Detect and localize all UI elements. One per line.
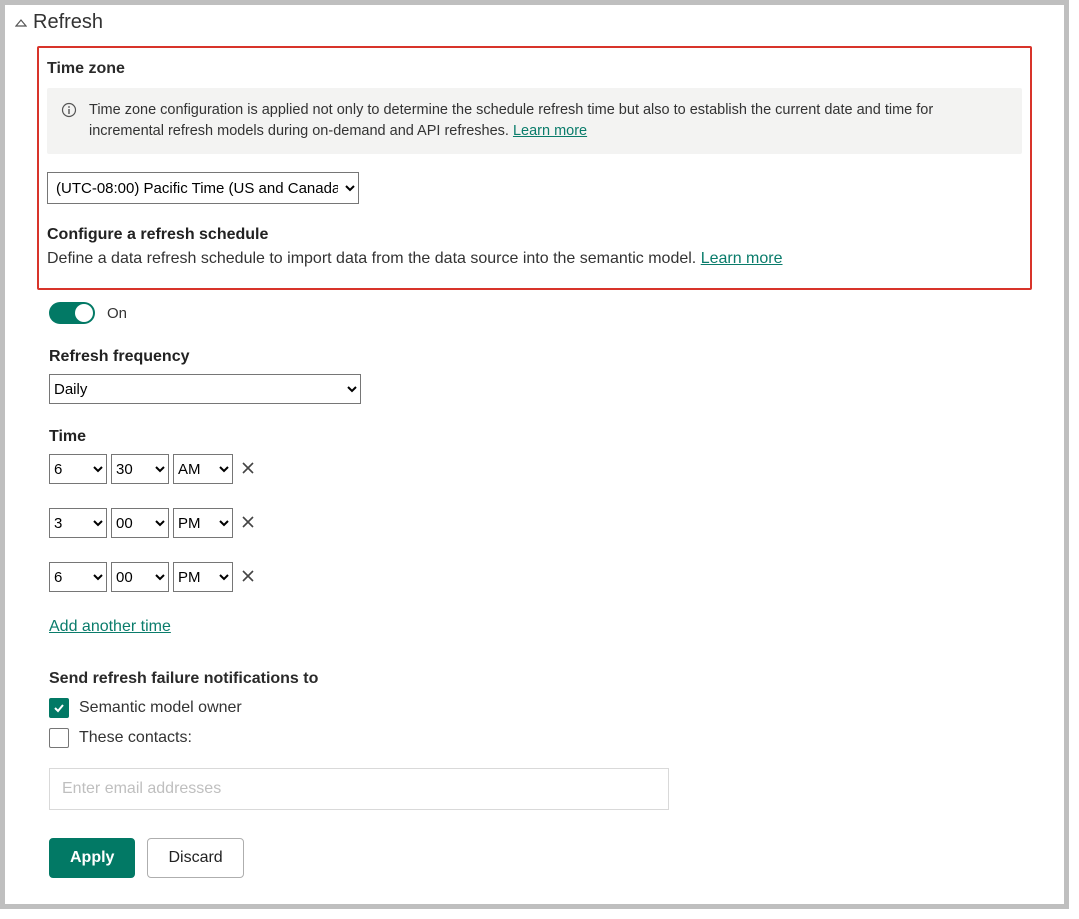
timezone-heading: Time zone xyxy=(47,60,1022,78)
notify-email-input[interactable] xyxy=(49,768,669,810)
refresh-settings-panel: Refresh Time zone Time zone configuratio… xyxy=(0,0,1069,909)
remove-time-button[interactable] xyxy=(239,514,257,532)
time-row: 3 00 PM xyxy=(49,508,1032,538)
section-header[interactable]: Refresh xyxy=(5,5,1064,38)
notify-owner-label: Semantic model owner xyxy=(79,699,242,717)
notify-heading: Send refresh failure notifications to xyxy=(49,670,1032,688)
refresh-frequency-label: Refresh frequency xyxy=(49,348,1032,366)
configure-schedule-description: Define a data refresh schedule to import… xyxy=(47,250,1022,268)
time-hour-select[interactable]: 6 xyxy=(49,562,107,592)
time-ampm-select[interactable]: AM xyxy=(173,454,233,484)
discard-button[interactable]: Discard xyxy=(147,838,243,878)
apply-button[interactable]: Apply xyxy=(49,838,135,878)
configure-schedule-heading: Configure a refresh schedule xyxy=(47,226,1022,244)
add-another-time-link[interactable]: Add another time xyxy=(49,618,171,636)
schedule-toggle[interactable] xyxy=(49,302,95,324)
notify-contacts-label: These contacts: xyxy=(79,729,192,747)
refresh-frequency-select[interactable]: Daily xyxy=(49,374,361,404)
schedule-learn-more-link[interactable]: Learn more xyxy=(701,250,783,267)
timezone-learn-more-link[interactable]: Learn more xyxy=(513,123,587,139)
time-row: 6 00 PM xyxy=(49,562,1032,592)
time-hour-select[interactable]: 6 xyxy=(49,454,107,484)
time-ampm-select[interactable]: PM xyxy=(173,562,233,592)
section-title: Refresh xyxy=(33,11,103,34)
timezone-info-text: Time zone configuration is applied not o… xyxy=(89,100,1006,142)
time-row: 6 30 AM xyxy=(49,454,1032,484)
time-ampm-select[interactable]: PM xyxy=(173,508,233,538)
schedule-toggle-label: On xyxy=(107,305,127,322)
notify-contacts-checkbox[interactable] xyxy=(49,728,69,748)
time-minute-select[interactable]: 30 xyxy=(111,454,169,484)
time-minute-select[interactable]: 00 xyxy=(111,562,169,592)
time-label: Time xyxy=(49,428,1032,446)
timezone-info-banner: Time zone configuration is applied not o… xyxy=(47,88,1022,154)
remove-time-button[interactable] xyxy=(239,568,257,586)
remove-time-button[interactable] xyxy=(239,460,257,478)
time-hour-select[interactable]: 3 xyxy=(49,508,107,538)
collapse-icon xyxy=(15,17,27,29)
timezone-select[interactable]: (UTC-08:00) Pacific Time (US and Canada) xyxy=(47,172,359,204)
notify-owner-checkbox[interactable] xyxy=(49,698,69,718)
info-icon xyxy=(61,102,77,125)
highlight-region: Time zone Time zone configuration is app… xyxy=(37,46,1032,290)
time-minute-select[interactable]: 00 xyxy=(111,508,169,538)
